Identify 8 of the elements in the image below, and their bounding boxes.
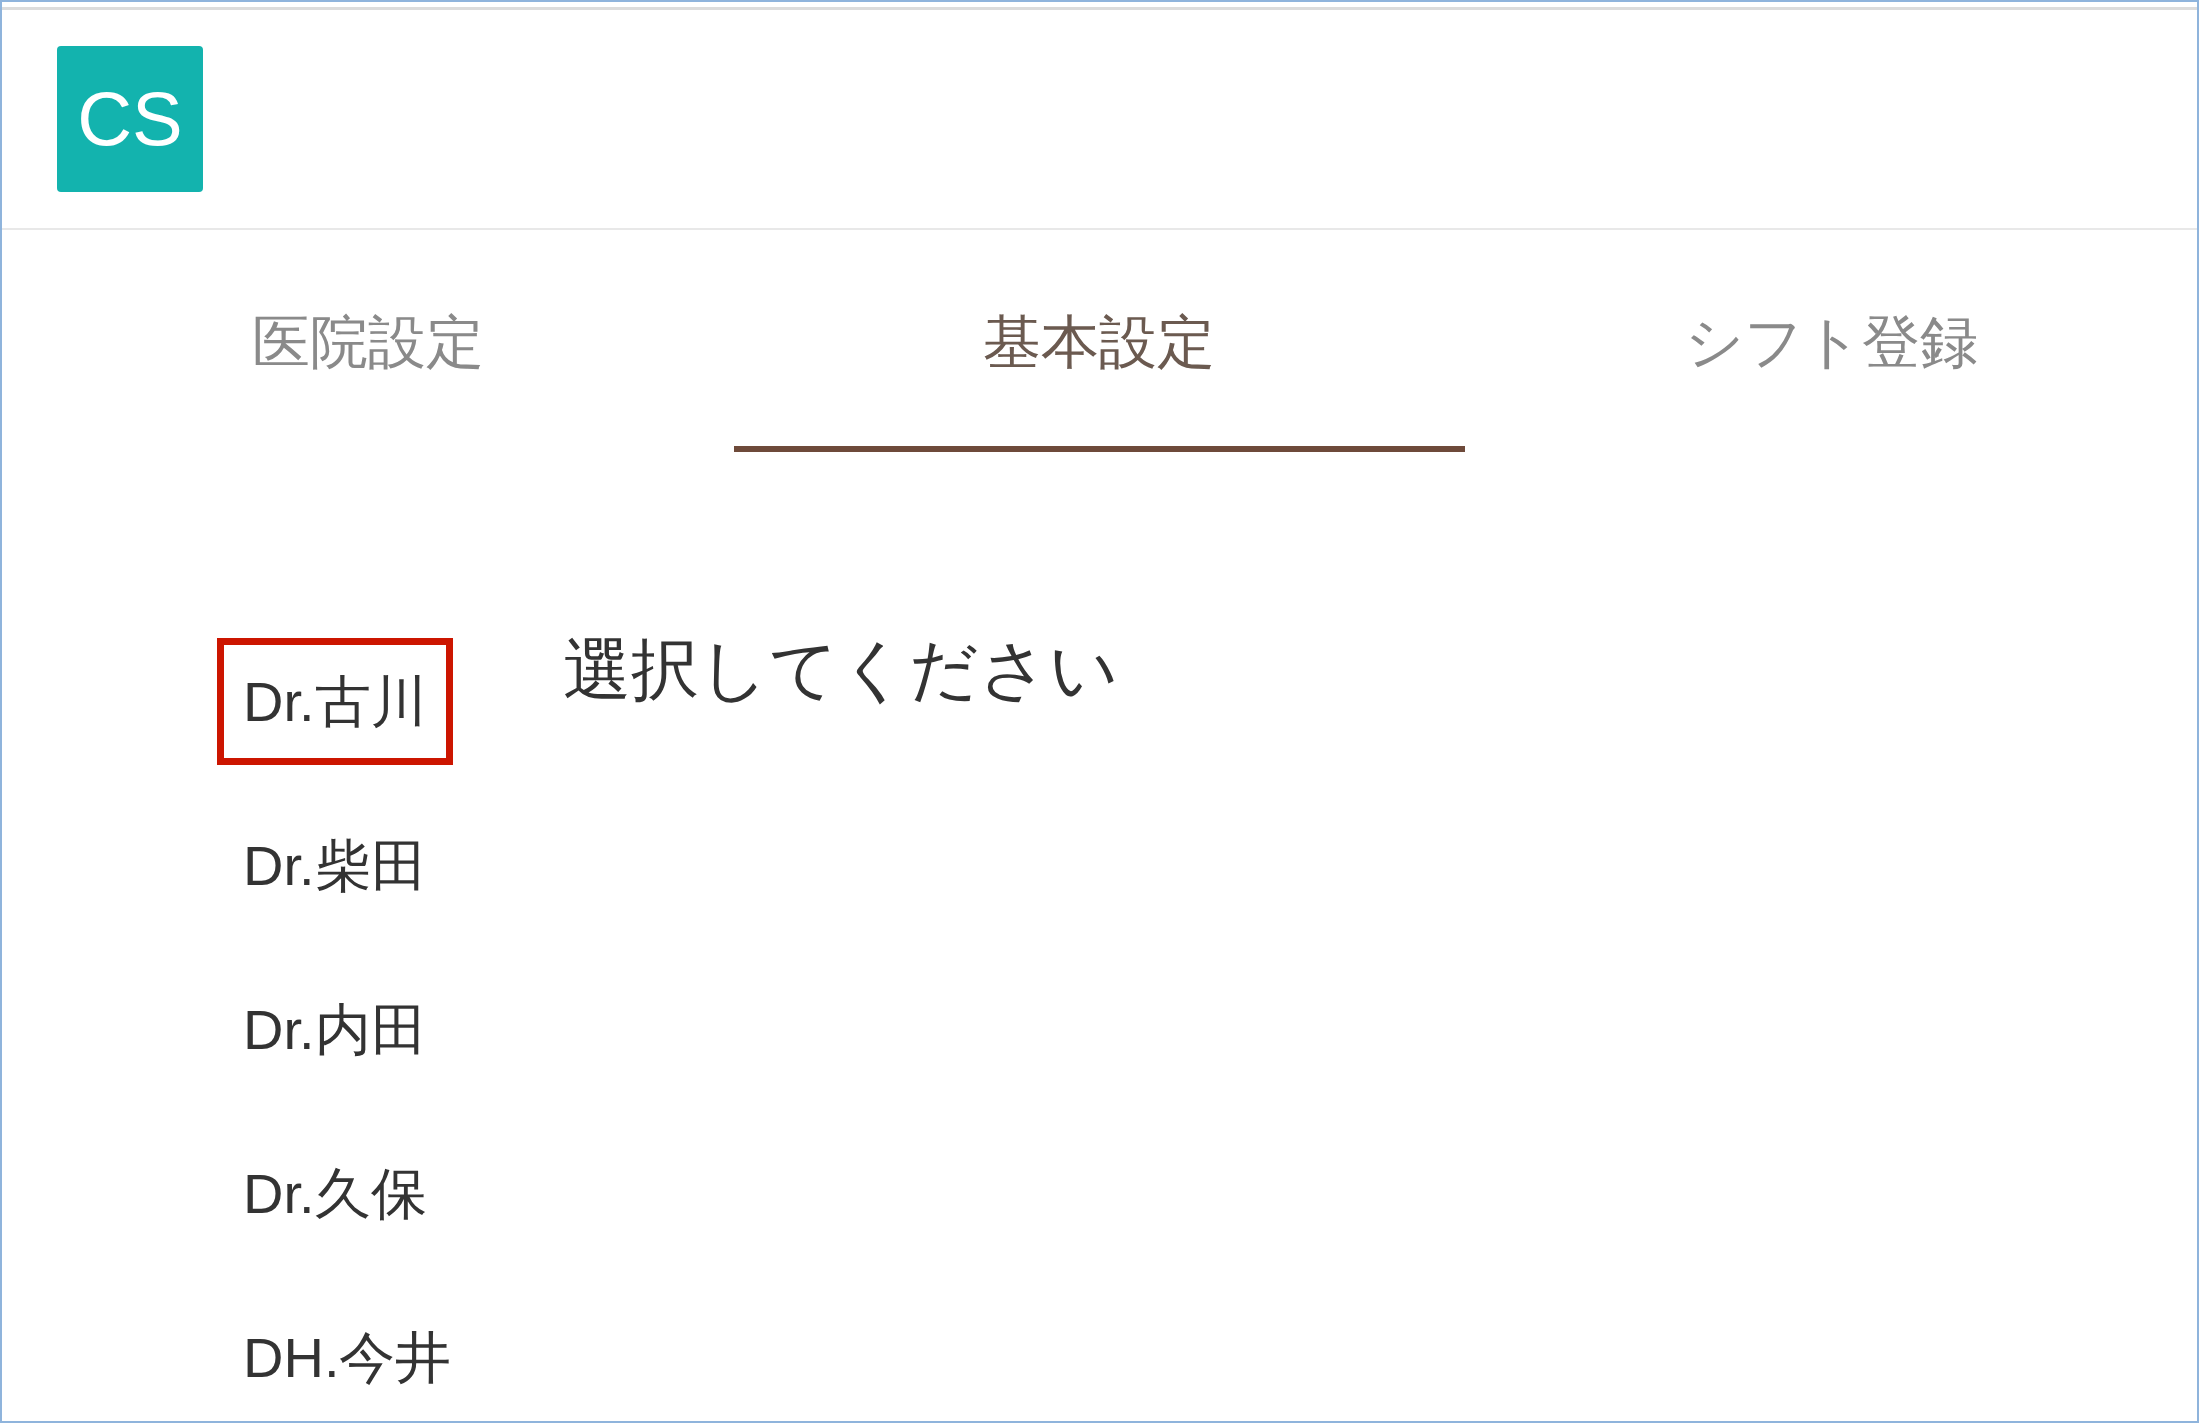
staff-item[interactable]: DH.今井 bbox=[217, 1294, 478, 1421]
staff-item[interactable]: Dr.古川 bbox=[217, 638, 453, 765]
staff-item[interactable]: Dr.内田 bbox=[217, 966, 453, 1093]
staff-item[interactable]: Dr.柴田 bbox=[217, 802, 453, 929]
select-prompt: 選択してください bbox=[563, 630, 1119, 709]
staff-item[interactable]: Dr.久保 bbox=[217, 1130, 453, 1257]
tab[interactable]: 基本設定 bbox=[733, 230, 1466, 452]
logo: CS bbox=[57, 46, 203, 192]
